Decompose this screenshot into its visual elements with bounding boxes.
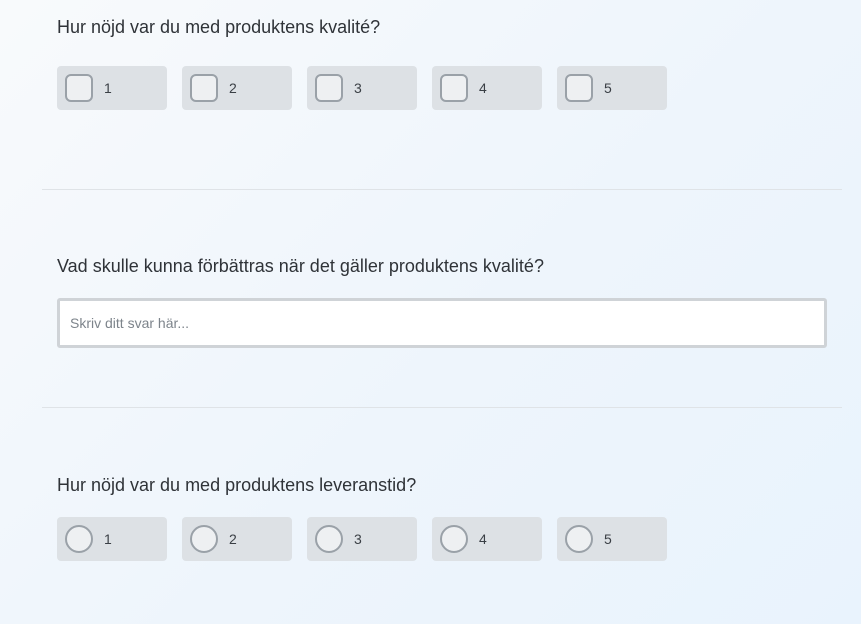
delivery-option-4[interactable]: 4	[432, 517, 542, 561]
quality-option-label: 3	[354, 80, 362, 96]
improvement-answer-input[interactable]	[57, 298, 827, 348]
delivery-option-5[interactable]: 5	[557, 517, 667, 561]
radio-icon[interactable]	[65, 525, 93, 553]
quality-option-label: 2	[229, 80, 237, 96]
radio-icon[interactable]	[440, 525, 468, 553]
checkbox-icon[interactable]	[565, 74, 593, 102]
quality-option-1[interactable]: 1	[57, 66, 167, 110]
delivery-option-label: 5	[604, 531, 612, 547]
delivery-option-label: 2	[229, 531, 237, 547]
quality-rating-options: 1 2 3 4 5	[57, 66, 667, 110]
quality-option-label: 5	[604, 80, 612, 96]
delivery-option-2[interactable]: 2	[182, 517, 292, 561]
delivery-option-3[interactable]: 3	[307, 517, 417, 561]
delivery-question-title: Hur nöjd var du med produktens leveranst…	[57, 475, 417, 495]
quality-option-2[interactable]: 2	[182, 66, 292, 110]
delivery-option-label: 4	[479, 531, 487, 547]
quality-option-3[interactable]: 3	[307, 66, 417, 110]
radio-icon[interactable]	[565, 525, 593, 553]
improvement-question-title: Vad skulle kunna förbättras när det gäll…	[57, 256, 544, 276]
quality-option-label: 4	[479, 80, 487, 96]
quality-option-4[interactable]: 4	[432, 66, 542, 110]
quality-option-5[interactable]: 5	[557, 66, 667, 110]
checkbox-icon[interactable]	[65, 74, 93, 102]
delivery-option-1[interactable]: 1	[57, 517, 167, 561]
checkbox-icon[interactable]	[315, 74, 343, 102]
radio-icon[interactable]	[190, 525, 218, 553]
radio-icon[interactable]	[315, 525, 343, 553]
quality-option-label: 1	[104, 80, 112, 96]
section-divider	[42, 189, 842, 190]
section-divider	[42, 407, 842, 408]
delivery-rating-options: 1 2 3 4 5	[57, 517, 667, 561]
quality-question-title: Hur nöjd var du med produktens kvalité?	[57, 17, 381, 37]
checkbox-icon[interactable]	[440, 74, 468, 102]
delivery-option-label: 3	[354, 531, 362, 547]
delivery-option-label: 1	[104, 531, 112, 547]
checkbox-icon[interactable]	[190, 74, 218, 102]
